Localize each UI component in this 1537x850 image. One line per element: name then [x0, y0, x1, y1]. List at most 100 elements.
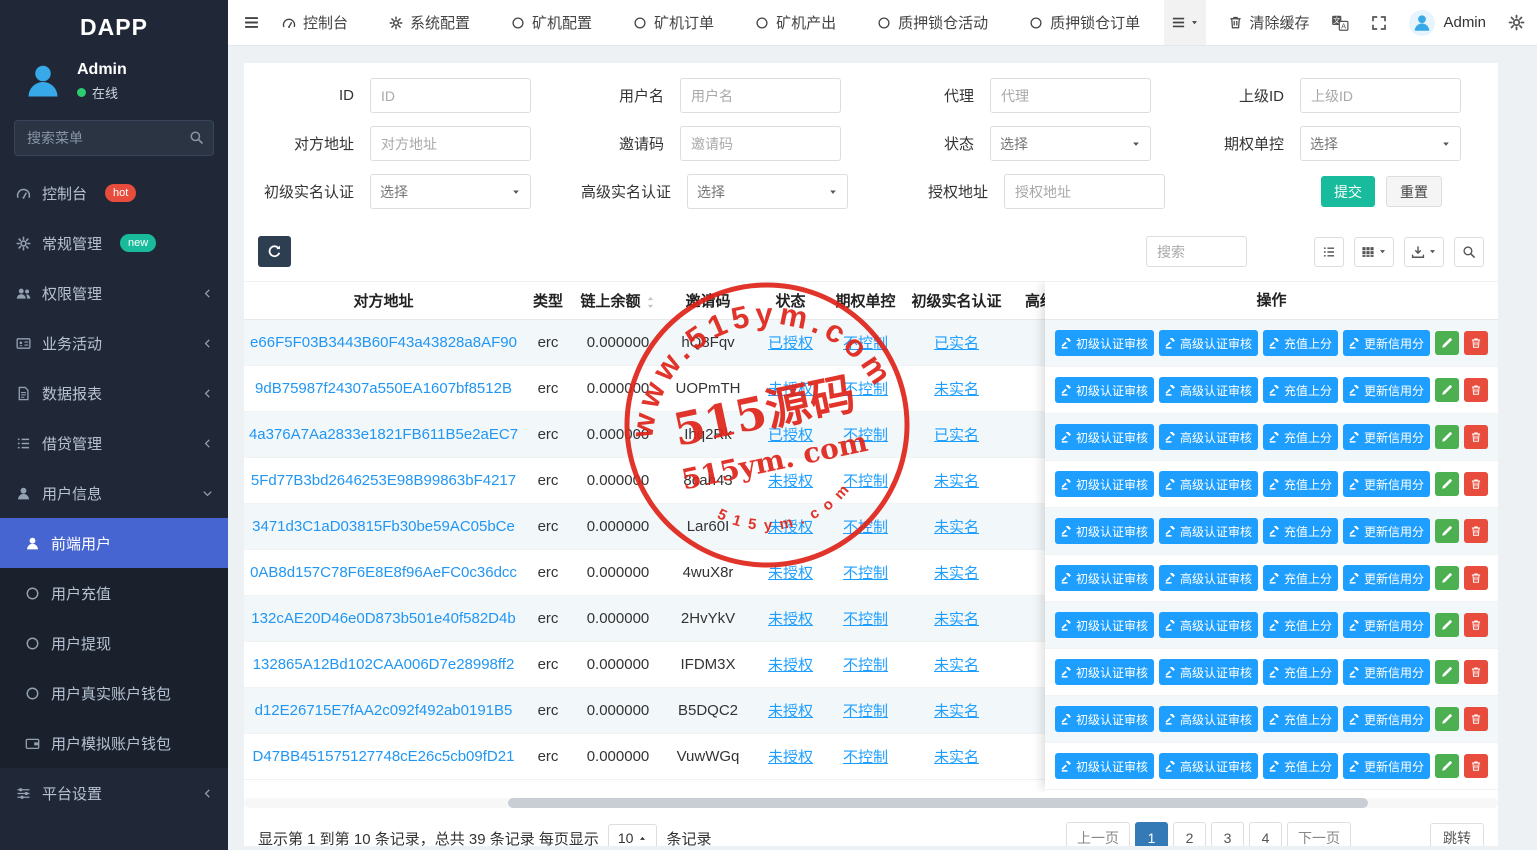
topnav-item[interactable]: 系统配置 [389, 12, 470, 33]
option-control-link[interactable]: 不控制 [843, 565, 888, 582]
topnav-item[interactable]: 质押锁仓活动 [877, 12, 988, 33]
primary-kyc-link[interactable]: 未实名 [934, 565, 979, 582]
prev-page-button[interactable]: 上一页 [1066, 822, 1130, 846]
update-credit-button[interactable]: 更新信用分 [1343, 565, 1430, 591]
export-dropdown-button[interactable] [1404, 237, 1444, 267]
update-credit-button[interactable]: 更新信用分 [1343, 471, 1430, 497]
sidebar-item[interactable]: 用户信息 [0, 468, 228, 518]
primary-kyc-link[interactable]: 已实名 [934, 427, 979, 444]
address-link[interactable]: 0AB8d157C78F6E8E8f96AeFC0c36dcc [250, 564, 517, 581]
filter-select[interactable]: 选择 [1300, 126, 1461, 161]
search-icon[interactable] [189, 130, 204, 145]
primary-kyc-review-button[interactable]: 初级认证审核 [1055, 377, 1154, 403]
recharge-button[interactable]: 充值上分 [1263, 612, 1338, 638]
primary-kyc-review-button[interactable]: 初级认证审核 [1055, 753, 1154, 779]
update-credit-button[interactable]: 更新信用分 [1343, 377, 1430, 403]
delete-button[interactable] [1464, 331, 1488, 355]
scrollbar-thumb[interactable] [508, 798, 1368, 808]
column-header[interactable]: 对方地址 [244, 282, 523, 320]
horizontal-scrollbar[interactable] [244, 798, 1498, 808]
filter-input[interactable] [990, 78, 1151, 113]
status-link[interactable]: 未授权 [768, 703, 813, 720]
advanced-kyc-review-button[interactable]: 高级认证审核 [1159, 377, 1258, 403]
sidebar-item[interactable]: 控制台hot [0, 168, 228, 218]
sidebar-item[interactable]: 平台设置 [0, 768, 228, 818]
primary-kyc-link[interactable]: 未实名 [934, 473, 979, 490]
delete-button[interactable] [1464, 425, 1488, 449]
status-link[interactable]: 未授权 [768, 519, 813, 536]
status-link[interactable]: 未授权 [768, 473, 813, 490]
page-size-dropdown[interactable]: 10 [608, 824, 658, 847]
advanced-kyc-review-button[interactable]: 高级认证审核 [1159, 706, 1258, 732]
column-header[interactable]: 类型 [523, 282, 573, 320]
recharge-button[interactable]: 充值上分 [1263, 518, 1338, 544]
update-credit-button[interactable]: 更新信用分 [1343, 518, 1430, 544]
option-control-link[interactable]: 不控制 [843, 703, 888, 720]
advanced-kyc-review-button[interactable]: 高级认证审核 [1159, 753, 1258, 779]
option-control-link[interactable]: 不控制 [843, 611, 888, 628]
primary-kyc-review-button[interactable]: 初级认证审核 [1055, 424, 1154, 450]
sidebar-subitem[interactable]: 用户真实账户钱包 [0, 668, 228, 718]
delete-button[interactable] [1464, 472, 1488, 496]
delete-button[interactable] [1464, 707, 1488, 731]
edit-button[interactable] [1435, 754, 1459, 778]
edit-button[interactable] [1435, 660, 1459, 684]
column-header[interactable]: 期权单控 [828, 282, 903, 320]
status-link[interactable]: 未授权 [768, 565, 813, 582]
topnav-item[interactable]: 控制台 [282, 12, 348, 33]
delete-button[interactable] [1464, 660, 1488, 684]
advanced-kyc-review-button[interactable]: 高级认证审核 [1159, 518, 1258, 544]
advanced-kyc-review-button[interactable]: 高级认证审核 [1159, 659, 1258, 685]
edit-button[interactable] [1435, 378, 1459, 402]
column-header[interactable]: 初级实名认证 [903, 282, 1010, 320]
primary-kyc-review-button[interactable]: 初级认证审核 [1055, 565, 1154, 591]
filter-select[interactable]: 选择 [990, 126, 1151, 161]
status-link[interactable]: 已授权 [768, 335, 813, 352]
recharge-button[interactable]: 充值上分 [1263, 471, 1338, 497]
address-link[interactable]: D47BB451575127748cE26c5cb09fD21 [253, 748, 515, 765]
topnav-item[interactable]: 质押锁仓订单 [1029, 12, 1140, 33]
table-search-input[interactable] [1146, 236, 1247, 267]
sidebar-subitem[interactable]: 用户提现 [0, 618, 228, 668]
clear-cache-button[interactable]: 清除缓存 [1228, 12, 1309, 33]
refresh-button[interactable] [258, 236, 291, 267]
address-link[interactable]: d12E26715E7fAA2c092f492ab0191B5 [255, 702, 513, 719]
address-link[interactable]: 9dB75987f24307a550EA1607bf8512B [255, 380, 512, 397]
page-button-4[interactable]: 4 [1249, 822, 1282, 846]
status-link[interactable]: 未授权 [768, 657, 813, 674]
primary-kyc-link[interactable]: 未实名 [934, 657, 979, 674]
delete-button[interactable] [1464, 519, 1488, 543]
search-toggle-button[interactable] [1454, 237, 1484, 267]
topnav-item[interactable]: 矿机订单 [633, 12, 714, 33]
filter-select[interactable]: 选择 [687, 174, 848, 209]
sidebar-item[interactable]: 数据报表 [0, 368, 228, 418]
common-search-toggle-button[interactable] [1314, 237, 1344, 267]
primary-kyc-link[interactable]: 未实名 [934, 519, 979, 536]
filter-input[interactable] [1004, 174, 1165, 209]
update-credit-button[interactable]: 更新信用分 [1343, 753, 1430, 779]
recharge-button[interactable]: 充值上分 [1263, 659, 1338, 685]
sidebar-toggle-button[interactable] [228, 0, 274, 45]
filter-input[interactable] [370, 78, 531, 113]
status-link[interactable]: 未授权 [768, 749, 813, 766]
edit-button[interactable] [1435, 519, 1459, 543]
delete-button[interactable] [1464, 754, 1488, 778]
primary-kyc-link[interactable]: 已实名 [934, 335, 979, 352]
status-link[interactable]: 已授权 [768, 427, 813, 444]
page-button-3[interactable]: 3 [1211, 822, 1244, 846]
delete-button[interactable] [1464, 613, 1488, 637]
update-credit-button[interactable]: 更新信用分 [1343, 659, 1430, 685]
filter-select[interactable]: 选择 [370, 174, 531, 209]
edit-button[interactable] [1435, 425, 1459, 449]
column-header[interactable]: 状态 [753, 282, 828, 320]
option-control-link[interactable]: 不控制 [843, 335, 888, 352]
translate-button[interactable] [1331, 14, 1349, 32]
option-control-link[interactable]: 不控制 [843, 381, 888, 398]
topnav-item[interactable]: 矿机产出 [755, 12, 836, 33]
status-link[interactable]: 未授权 [768, 381, 813, 398]
option-control-link[interactable]: 不控制 [843, 749, 888, 766]
sidebar-item[interactable]: 借贷管理 [0, 418, 228, 468]
edit-button[interactable] [1435, 613, 1459, 637]
sidebar-subitem[interactable]: 用户模拟账户钱包 [0, 718, 228, 768]
update-credit-button[interactable]: 更新信用分 [1343, 330, 1430, 356]
